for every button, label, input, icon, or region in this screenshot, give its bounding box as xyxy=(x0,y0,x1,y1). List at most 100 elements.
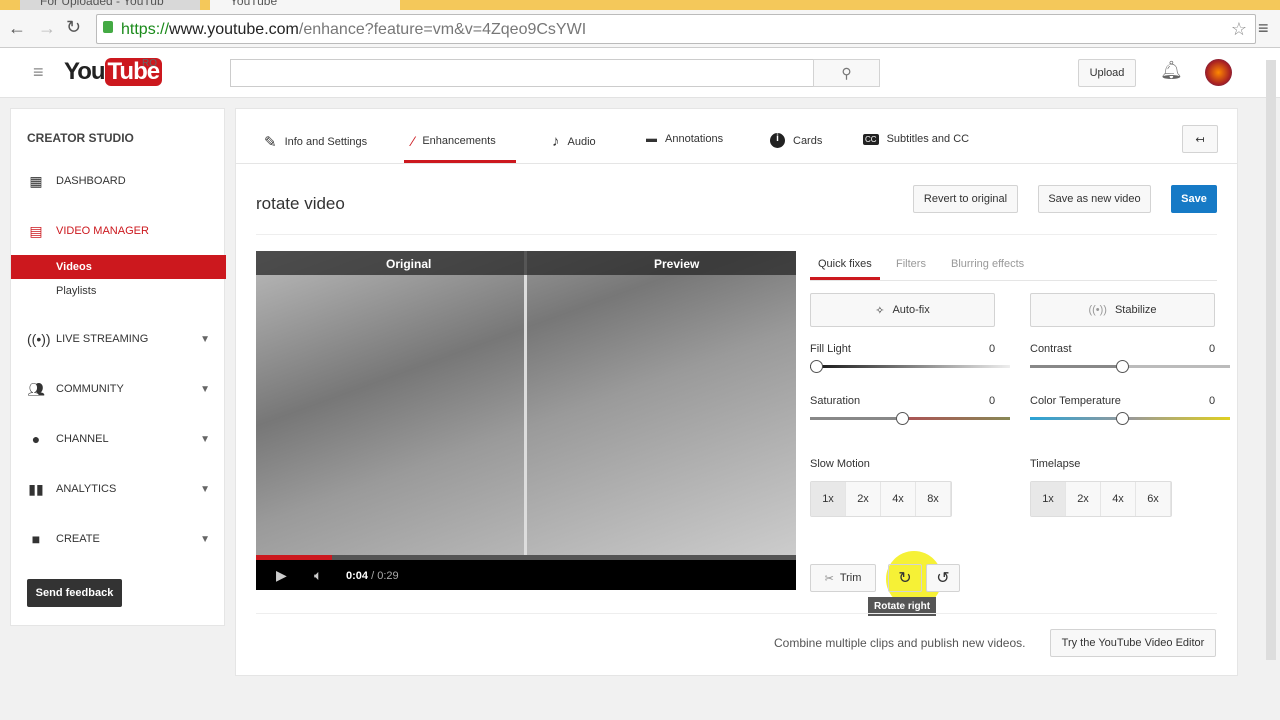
notifications-bell-icon[interactable]: 🔔︎ xyxy=(1160,60,1183,81)
slow-motion-selector: 1x 2x 4x 8x xyxy=(810,481,952,517)
sidebar-item-create[interactable]: ■ CREATE ▼ xyxy=(11,527,226,551)
chevron-down-icon[interactable]: ▼ xyxy=(200,484,210,495)
sidebar-item-live-streaming[interactable]: ((•)) LIVE STREAMING ▼ xyxy=(11,327,226,351)
color-temperature-slider[interactable] xyxy=(1030,412,1230,425)
color-temperature-label: Color Temperature xyxy=(1030,395,1121,407)
slow-motion-8x[interactable]: 8x xyxy=(916,482,951,516)
video-player[interactable]: Original Preview ▶ 🔈︎ 0:04 / 0:29 xyxy=(256,251,796,590)
chevron-down-icon[interactable]: ▼ xyxy=(200,384,210,395)
timelapse-label: Timelapse xyxy=(1030,458,1081,470)
play-icon[interactable]: ▶ xyxy=(276,567,287,584)
timelapse-6x[interactable]: 6x xyxy=(1136,482,1171,516)
timelapse-4x[interactable]: 4x xyxy=(1101,482,1136,516)
video-manager-icon: ▤ xyxy=(29,223,43,239)
search-button[interactable]: ⚲ xyxy=(813,59,880,87)
slow-motion-2x[interactable]: 2x xyxy=(846,482,881,516)
trim-button[interactable]: ✂ Trim xyxy=(810,564,876,592)
video-editor-button[interactable]: Try the YouTube Video Editor xyxy=(1050,629,1216,657)
back-button[interactable]: ↤ xyxy=(1182,125,1218,153)
browser-tab[interactable]: For Uploaded - YouTub xyxy=(20,0,200,10)
upload-button[interactable]: Upload xyxy=(1078,59,1136,87)
avatar[interactable] xyxy=(1205,59,1232,86)
split-handle[interactable] xyxy=(524,251,527,555)
color-temperature-value: 0 xyxy=(1209,395,1216,407)
tab-enhancements[interactable]: ⁄ Enhancements xyxy=(412,133,496,149)
tab-blurring-effects[interactable]: Blurring effects xyxy=(951,258,1024,270)
search-icon: ⚲ xyxy=(841,65,852,81)
volume-icon[interactable]: 🔈︎ xyxy=(314,567,322,584)
chevron-down-icon[interactable]: ▼ xyxy=(200,434,210,445)
slider-knob[interactable] xyxy=(1116,360,1129,373)
star-icon[interactable]: ☆ xyxy=(1231,19,1247,40)
annotation-icon: ▬ xyxy=(646,133,657,145)
chevron-down-icon[interactable]: ▼ xyxy=(200,334,210,345)
progress-bar[interactable] xyxy=(256,555,796,560)
stabilize-button[interactable]: ((•)) Stabilize xyxy=(1030,293,1215,327)
label: CREATE xyxy=(56,533,100,545)
tab-subtitles[interactable]: CC Subtitles and CC xyxy=(863,133,969,145)
rotate-right-button[interactable]: ↻ xyxy=(888,564,922,592)
back-arrow-icon: ↤ xyxy=(1195,133,1205,146)
music-note-icon: ♪ xyxy=(552,133,560,150)
save-button[interactable]: Save xyxy=(1171,185,1217,213)
sidebar-item-community[interactable]: 👥︎ COMMUNITY ▼ xyxy=(11,377,226,401)
reload-icon[interactable]: ↻ xyxy=(66,17,81,38)
sidebar-item-analytics[interactable]: ▮▮ ANALYTICS ▼ xyxy=(11,477,226,501)
label: Cards xyxy=(793,134,823,147)
revert-button[interactable]: Revert to original xyxy=(913,185,1018,213)
tab-cards[interactable]: i Cards xyxy=(770,133,822,148)
browser-tab-strip: For Uploaded - YouTub YouTube xyxy=(0,0,1280,10)
sidebar-item-dashboard[interactable]: ▦ DASHBOARD xyxy=(11,169,226,193)
chevron-down-icon[interactable]: ▼ xyxy=(200,534,210,545)
timelapse-2x[interactable]: 2x xyxy=(1066,482,1101,516)
tab-filters[interactable]: Filters xyxy=(896,258,926,270)
tab-quick-fixes[interactable]: Quick fixes xyxy=(818,258,872,270)
save-as-new-button[interactable]: Save as new video xyxy=(1038,185,1151,213)
forward-icon[interactable]: → xyxy=(38,18,56,39)
slider-knob[interactable] xyxy=(1116,412,1129,425)
tab-info-settings[interactable]: ✎ Info and Settings xyxy=(264,133,367,151)
tab-audio[interactable]: ♪ Audio xyxy=(552,133,596,150)
community-icon: 👥︎ xyxy=(27,381,45,397)
slider-knob[interactable] xyxy=(896,412,909,425)
browser-tab-active[interactable]: YouTube xyxy=(210,0,400,10)
label: CHANNEL xyxy=(56,433,109,445)
sidebar-item-video-manager[interactable]: ▤ VIDEO MANAGER xyxy=(11,219,226,243)
menu-icon[interactable]: ≡ xyxy=(1258,18,1269,39)
guide-menu-icon[interactable]: ≡ xyxy=(33,62,44,83)
slow-motion-4x[interactable]: 4x xyxy=(881,482,916,516)
saturation-slider[interactable] xyxy=(810,412,1010,425)
video-labels-bar xyxy=(256,251,796,275)
label: Stabilize xyxy=(1114,304,1157,316)
sidebar-item-videos[interactable]: Videos xyxy=(11,255,226,279)
sidebar-item-channel[interactable]: ● CHANNEL ▼ xyxy=(11,427,226,451)
browser-toolbar: ← → ↻ https://www.youtube.com/enhance?fe… xyxy=(0,10,1280,48)
divider xyxy=(256,613,1217,614)
timelapse-1x[interactable]: 1x xyxy=(1031,482,1066,516)
label: Auto-fix xyxy=(892,304,930,316)
sidebar-item-playlists[interactable]: Playlists xyxy=(11,279,226,303)
scrollbar[interactable] xyxy=(1266,60,1276,660)
stabilize-icon: ((•)) xyxy=(1088,304,1107,316)
label: VIDEO MANAGER xyxy=(56,225,149,237)
auto-fix-button[interactable]: ✧ Auto-fix xyxy=(810,293,995,327)
channel-icon: ● xyxy=(31,431,41,447)
tab-annotations[interactable]: ▬ Annotations xyxy=(646,133,723,145)
rotate-left-button[interactable]: ↺ xyxy=(926,564,960,592)
sidebar-title: CREATOR STUDIO xyxy=(27,131,134,145)
rotate-right-icon: ↻ xyxy=(898,570,912,587)
address-bar[interactable]: https://www.youtube.com/enhance?feature=… xyxy=(96,14,1256,44)
send-feedback-button[interactable]: Send feedback xyxy=(27,579,122,607)
contrast-slider[interactable] xyxy=(1030,360,1230,373)
fill-light-slider[interactable] xyxy=(810,360,1010,373)
fill-light-label: Fill Light xyxy=(810,343,851,355)
preview-label: Preview xyxy=(654,257,700,271)
search-input[interactable] xyxy=(230,59,814,87)
back-icon[interactable]: ← xyxy=(8,18,26,39)
time-display: 0:04 / 0:29 xyxy=(346,570,399,582)
slider-knob[interactable] xyxy=(810,360,823,373)
rotate-left-icon: ↺ xyxy=(936,570,950,587)
label: DASHBOARD xyxy=(56,175,126,187)
info-icon: i xyxy=(770,133,785,148)
slow-motion-1x[interactable]: 1x xyxy=(811,482,846,516)
